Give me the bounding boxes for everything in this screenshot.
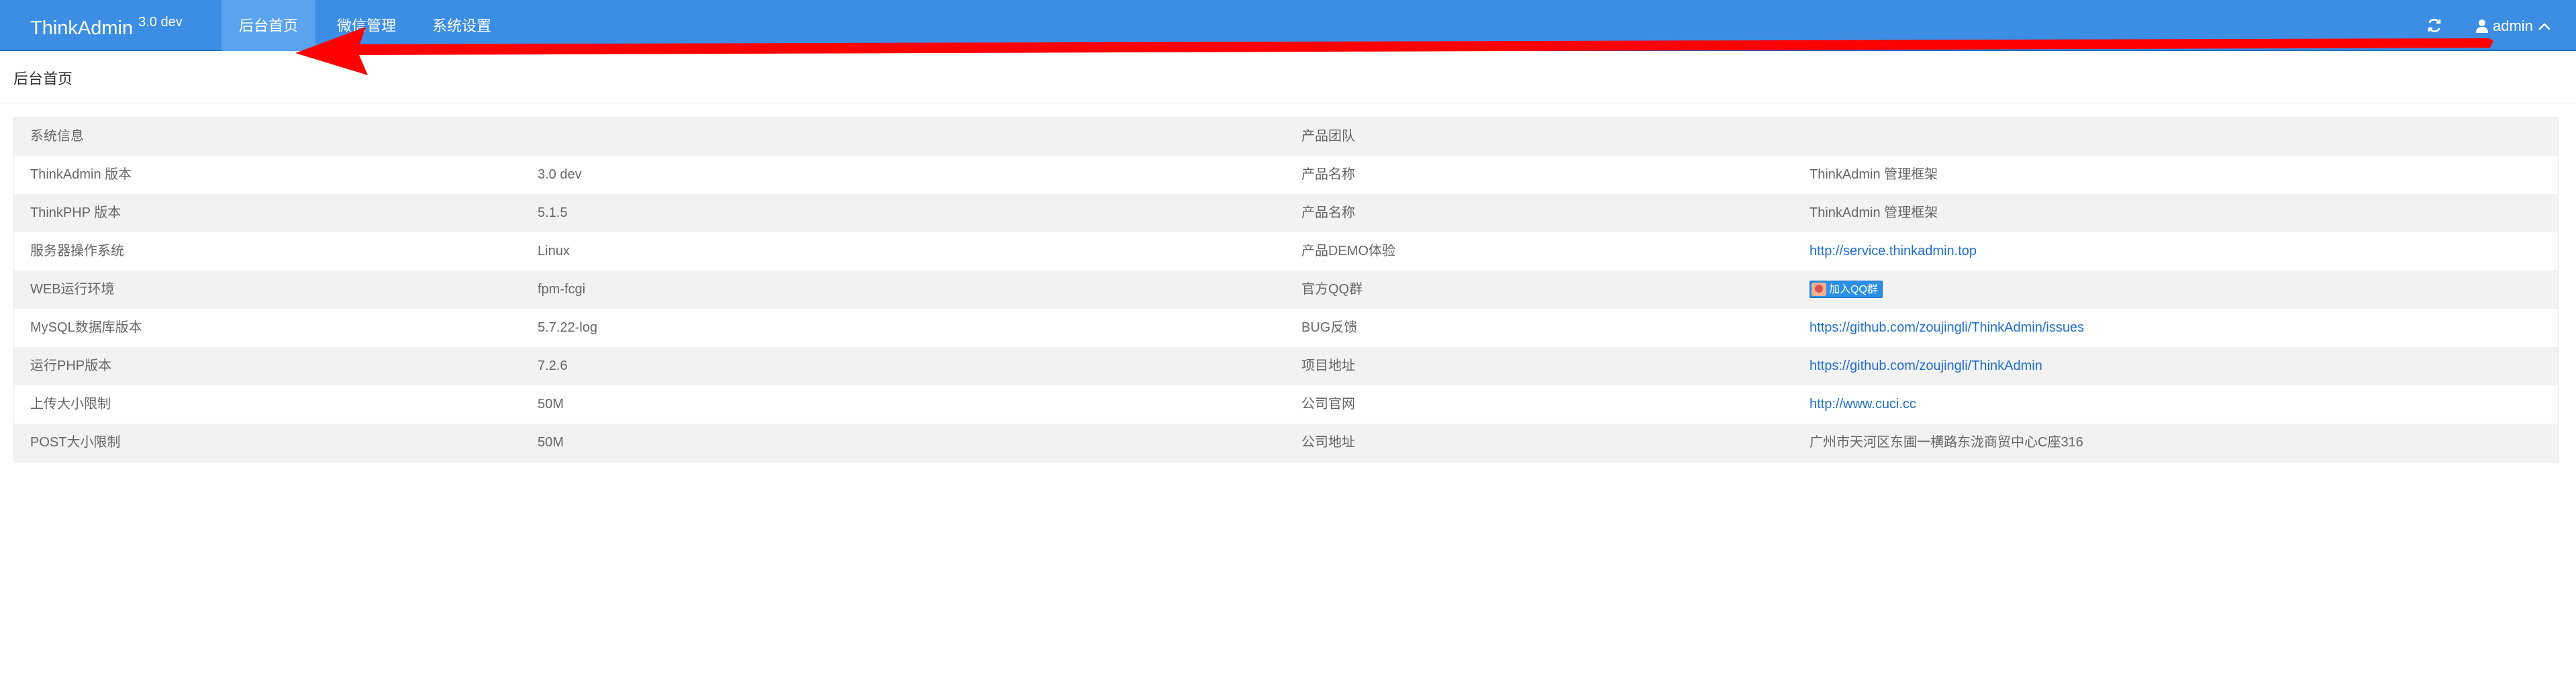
section-title-product-team: 产品团队 (1301, 129, 1355, 144)
join-qq-group-label: 加入QQ群 (1829, 283, 1878, 295)
table-row: WEB运行环境 fpm-fcgi 官方QQ群 加入QQ群 (14, 271, 2558, 309)
table-cell-value: Linux (538, 244, 570, 258)
table-cell-label: 运行PHP版本 (30, 358, 112, 373)
chevron-up-icon (2538, 23, 2550, 30)
brand-logo[interactable]: ThinkAdmin 3.0 dev (30, 15, 183, 40)
nav-tab-wechat-label: 微信管理 (336, 17, 396, 34)
table-cell-label: 项目地址 (1301, 358, 1355, 373)
table-cell-label: 官方QQ群 (1301, 282, 1363, 297)
table-cell-value: ThinkAdmin 管理框架 (1810, 167, 1938, 182)
table-row: ThinkPHP 版本 5.1.5 产品名称 ThinkAdmin 管理框架 (14, 194, 2558, 232)
table-cell-value: 7.2.6 (538, 358, 568, 373)
nav-tab-settings-label: 系统设置 (432, 17, 491, 34)
table-cell-value: fpm-fcgi (538, 282, 586, 297)
nav-tab-dashboard[interactable]: 后台首页 (221, 0, 315, 51)
nav-tab-settings[interactable]: 系统设置 (419, 0, 505, 51)
page-title: 后台首页 (13, 70, 73, 87)
user-icon (2476, 19, 2488, 33)
user-menu[interactable]: admin (2475, 17, 2555, 35)
table-cell-label: ThinkPHP 版本 (30, 205, 121, 220)
table-cell-value: 3.0 dev (538, 167, 582, 182)
join-qq-group-button[interactable]: 加入QQ群 (1810, 281, 1883, 298)
table-cell-value: 50M (538, 397, 564, 412)
user-name: admin (2493, 17, 2533, 34)
table-cell-label: 服务器操作系统 (30, 244, 124, 258)
qq-avatar-icon (1812, 283, 1826, 296)
table-cell-label: WEB运行环境 (30, 282, 115, 297)
table-cell-value: 5.7.22-log (538, 320, 597, 335)
brand-version: 3.0 dev (138, 15, 183, 30)
page-header: 后台首页 (0, 52, 2576, 103)
company-website-link[interactable]: http://www.cuci.cc (1810, 385, 1916, 424)
table-cell-value: 加入QQ群 (1810, 271, 1883, 309)
nav-tab-wechat[interactable]: 微信管理 (324, 0, 409, 51)
table-cell-label: 产品DEMO体验 (1301, 244, 1395, 258)
table-row: ThinkAdmin 版本 3.0 dev 产品名称 ThinkAdmin 管理… (14, 156, 2558, 194)
table-row: 服务器操作系统 Linux 产品DEMO体验 http://service.th… (14, 232, 2558, 271)
top-navbar: ThinkAdmin 3.0 dev 后台首页 微信管理 系统设置 admin (0, 0, 2576, 51)
table-row: 运行PHP版本 7.2.6 项目地址 https://github.com/zo… (14, 347, 2558, 385)
table-cell-value: 5.1.5 (538, 205, 568, 220)
project-link[interactable]: https://github.com/zoujingli/ThinkAdmin (1810, 347, 2042, 385)
table-header-row: 系统信息 产品团队 (14, 117, 2558, 156)
table-row: 上传大小限制 50M 公司官网 http://www.cuci.cc (14, 385, 2558, 424)
table-cell-label: MySQL数据库版本 (30, 320, 142, 335)
refresh-icon[interactable] (2426, 17, 2442, 34)
company-address: 广州市天河区东圃一横路东泷商贸中心C座316 (1810, 435, 2083, 450)
nav-tab-dashboard-label: 后台首页 (238, 17, 298, 34)
system-info-table: 系统信息 产品团队 ThinkAdmin 版本 3.0 dev 产品名称 Thi… (13, 117, 2559, 463)
table-cell-label: 公司地址 (1301, 435, 1355, 450)
table-cell-label: 公司官网 (1301, 397, 1355, 412)
table-row: POST大小限制 50M 公司地址 广州市天河区东圃一横路东泷商贸中心C座316 (14, 424, 2558, 462)
table-cell-value: ThinkAdmin 管理框架 (1810, 205, 1938, 220)
table-cell-label: POST大小限制 (30, 435, 121, 450)
brand-name: ThinkAdmin (30, 17, 134, 39)
table-cell-label: 产品名称 (1301, 205, 1355, 220)
table-cell-label: 上传大小限制 (30, 397, 111, 412)
demo-link[interactable]: http://service.thinkadmin.top (1810, 232, 1977, 271)
bug-report-link[interactable]: https://github.com/zoujingli/ThinkAdmin/… (1810, 309, 2084, 347)
table-cell-label: BUG反馈 (1301, 320, 1358, 335)
section-title-system-info: 系统信息 (30, 129, 84, 144)
table-row: MySQL数据库版本 5.7.22-log BUG反馈 https://gith… (14, 309, 2558, 347)
table-cell-label: ThinkAdmin 版本 (30, 167, 132, 182)
table-cell-value: 50M (538, 435, 564, 450)
table-cell-label: 产品名称 (1301, 167, 1355, 182)
